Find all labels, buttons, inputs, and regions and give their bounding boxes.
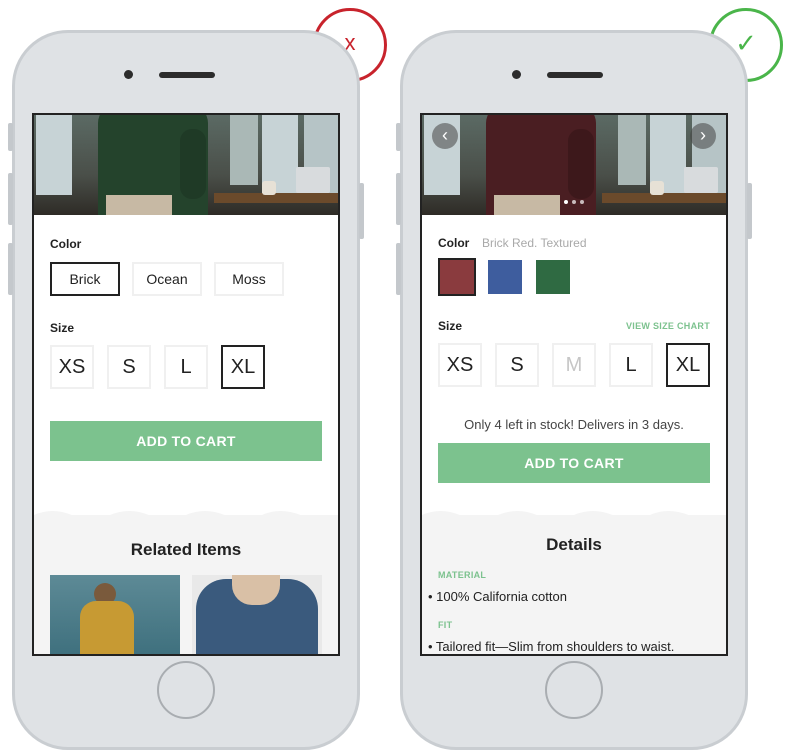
material-label: MATERIAL bbox=[438, 570, 487, 580]
add-to-cart-button[interactable]: ADD TO CART bbox=[438, 443, 710, 483]
chevron-left-icon[interactable]: ‹ bbox=[432, 123, 458, 149]
related-items-title: Related Items bbox=[130, 540, 242, 559]
selected-color-name: Brick Red. Textured bbox=[482, 236, 587, 250]
home-button[interactable] bbox=[545, 661, 603, 719]
related-item-2[interactable] bbox=[192, 575, 322, 654]
size-option-xs[interactable]: XS bbox=[50, 345, 94, 389]
camera bbox=[124, 70, 133, 79]
size-option-xs[interactable]: XS bbox=[438, 343, 482, 387]
size-option-s[interactable]: S bbox=[107, 345, 151, 389]
color-option-brick[interactable]: Brick bbox=[50, 262, 120, 296]
right-screen: ‹ › Color Brick Red. Textured Size VIEW … bbox=[420, 113, 728, 656]
chevron-right-icon[interactable]: › bbox=[690, 123, 716, 149]
product-hero-image bbox=[34, 115, 338, 215]
carousel-dots bbox=[422, 191, 726, 209]
stock-message: Only 4 left in stock! Delivers in 3 days… bbox=[464, 417, 684, 432]
details-title: Details bbox=[546, 535, 602, 554]
swatch-moss[interactable] bbox=[536, 260, 570, 294]
wave-divider bbox=[422, 511, 726, 521]
camera bbox=[512, 70, 521, 79]
size-option-s[interactable]: S bbox=[495, 343, 539, 387]
material-value: • 100% California cotton bbox=[428, 589, 567, 604]
size-label: Size bbox=[438, 319, 463, 333]
size-label: Size bbox=[50, 321, 75, 335]
product-hero-image: ‹ › bbox=[422, 115, 726, 215]
size-option-xl[interactable]: XL bbox=[666, 343, 710, 387]
right-phone: ‹ › Color Brick Red. Textured Size VIEW … bbox=[396, 30, 752, 750]
add-to-cart-button[interactable]: ADD TO CART bbox=[50, 421, 322, 461]
speaker bbox=[547, 72, 603, 78]
size-option-xl[interactable]: XL bbox=[221, 345, 265, 389]
speaker bbox=[159, 72, 215, 78]
wave-divider bbox=[34, 511, 338, 521]
color-label: Color bbox=[50, 237, 82, 251]
color-option-ocean[interactable]: Ocean bbox=[132, 262, 202, 296]
size-option-m: M bbox=[552, 343, 596, 387]
left-phone: Color Brick Ocean Moss Size XS S L XL AD… bbox=[8, 30, 364, 750]
size-option-l[interactable]: L bbox=[609, 343, 653, 387]
swatch-ocean[interactable] bbox=[488, 260, 522, 294]
color-option-moss[interactable]: Moss bbox=[214, 262, 284, 296]
swatch-brick[interactable] bbox=[438, 258, 476, 296]
fit-value: • Tailored fit—Slim from shoulders to wa… bbox=[428, 639, 675, 654]
left-screen: Color Brick Ocean Moss Size XS S L XL AD… bbox=[32, 113, 340, 656]
size-option-l[interactable]: L bbox=[164, 345, 208, 389]
related-item-1[interactable] bbox=[50, 575, 180, 654]
view-size-chart-link[interactable]: VIEW SIZE CHART bbox=[626, 321, 710, 331]
color-label: Color bbox=[438, 236, 470, 250]
fit-label: FIT bbox=[438, 620, 453, 630]
home-button[interactable] bbox=[157, 661, 215, 719]
